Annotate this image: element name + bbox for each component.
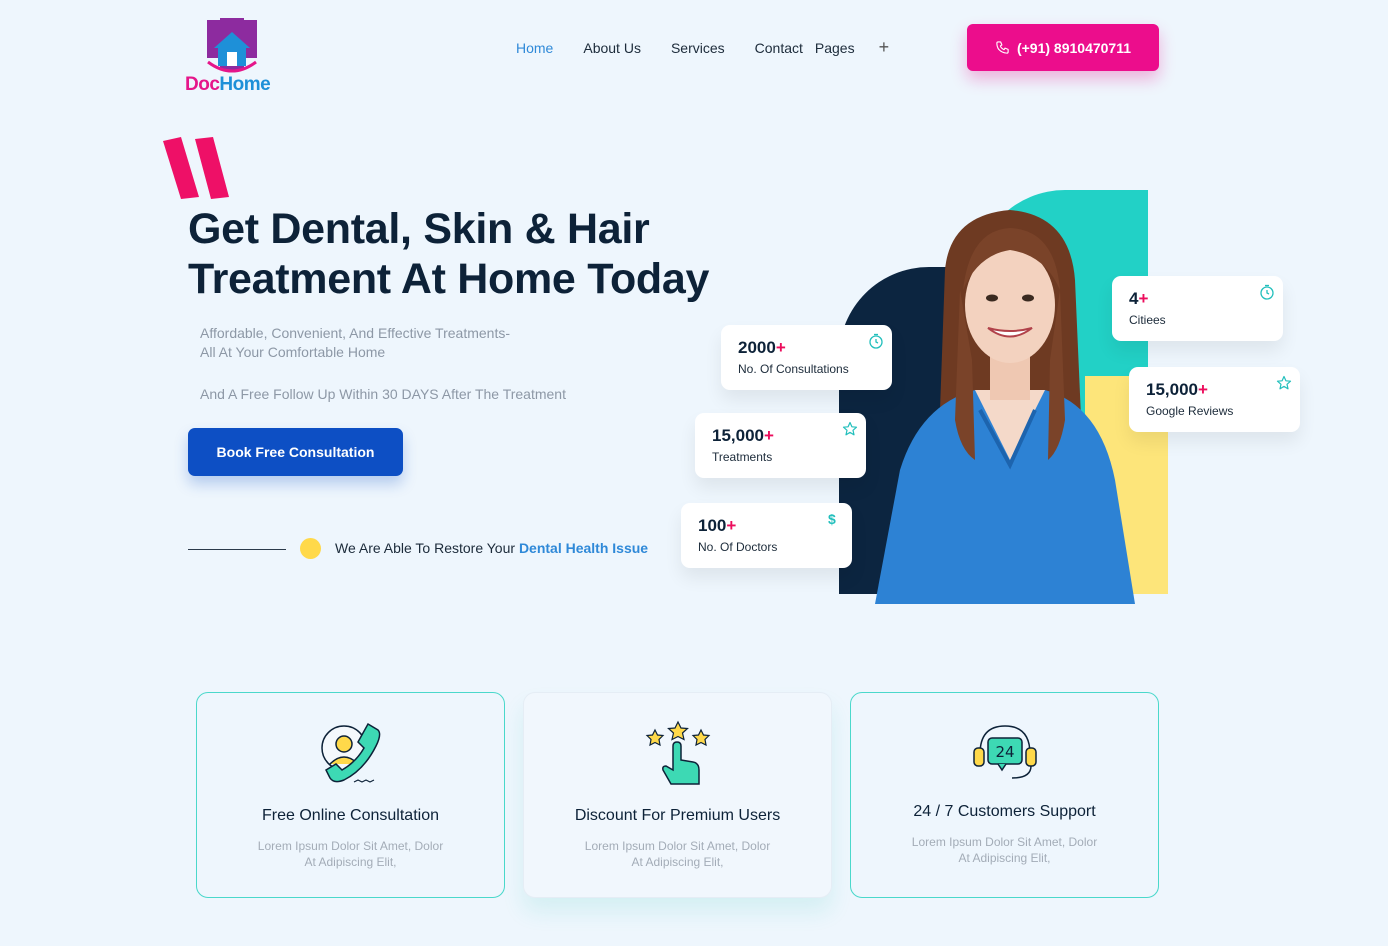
brand-logo[interactable]: DocHome xyxy=(180,18,290,98)
stat-label: Google Reviews xyxy=(1146,404,1234,418)
hero-title: Get Dental, Skin & Hair Treatment At Hom… xyxy=(188,204,788,304)
feature-title: 24 / 7 Customers Support xyxy=(913,803,1096,820)
stat-number: 15,000 xyxy=(712,426,764,445)
restore-tagline: We Are Able To Restore Your Dental Healt… xyxy=(335,540,648,556)
hero-title-line1: Get Dental, Skin & Hair xyxy=(188,205,650,253)
nav-pages[interactable]: Pages xyxy=(815,40,855,58)
star-icon xyxy=(842,421,858,436)
clock-icon xyxy=(1260,284,1274,300)
phone-consultation-icon xyxy=(320,722,380,783)
stat-plus: + xyxy=(726,516,737,535)
nav-about-us[interactable]: About Us xyxy=(583,40,641,58)
phone-number: (+91) 8910470711 xyxy=(1016,39,1132,56)
nav-home[interactable]: Home xyxy=(516,40,553,58)
feature-desc-line2: At Adipiscing Elit, xyxy=(958,851,1051,865)
dollar-icon: $ xyxy=(828,511,836,527)
feature-description: Lorem Ipsum Dolor Sit Amet, Dolor At Adi… xyxy=(574,838,781,870)
hero-subtitle-line1: Affordable, Convenient, And Effective Tr… xyxy=(200,325,510,341)
stat-card-doctors: 100+ No. Of Doctors $ xyxy=(681,503,852,568)
feature-title: Free Online Consultation xyxy=(262,807,439,824)
yellow-dot-icon xyxy=(300,538,321,559)
stat-number: 2000 xyxy=(738,338,776,357)
doctor-portrait-image xyxy=(875,210,1135,604)
logo-home-text: Home xyxy=(219,74,271,95)
feature-description: Lorem Ipsum Dolor Sit Amet, Dolor At Adi… xyxy=(901,834,1108,866)
divider-line xyxy=(188,549,286,550)
stat-label: Citiees xyxy=(1129,313,1166,327)
phone-icon xyxy=(996,41,1009,54)
phone-call-button[interactable]: (+91) 8910470711 xyxy=(967,24,1159,71)
stat-label: No. Of Consultations xyxy=(738,362,849,376)
nav-contact[interactable]: Contact xyxy=(755,40,803,58)
hero-title-line2: Treatment At Home Today xyxy=(188,255,710,303)
feature-desc-line1: Lorem Ipsum Dolor Sit Amet, Dolor xyxy=(911,835,1098,849)
feature-desc-line2: At Adipiscing Elit, xyxy=(304,855,397,869)
star-icon xyxy=(1276,375,1292,390)
stat-label: Treatments xyxy=(712,450,773,464)
stat-card-cities: 4+ Citiees xyxy=(1112,276,1283,341)
stat-number: 15,000 xyxy=(1146,380,1198,399)
stat-plus: + xyxy=(1198,380,1208,399)
book-consultation-button[interactable]: Book Free Consultation xyxy=(188,428,403,476)
stat-card-consultations: 2000+ No. Of Consultations xyxy=(721,325,892,390)
clock-icon xyxy=(869,333,883,349)
feature-desc-line2: At Adipiscing Elit, xyxy=(631,855,724,869)
house-cross-icon xyxy=(207,18,257,73)
feature-desc-line1: Lorem Ipsum Dolor Sit Amet, Dolor xyxy=(584,839,771,853)
hero-followup-text: And A Free Follow Up Within 30 DAYS Afte… xyxy=(200,386,566,402)
support-badge: 24 xyxy=(995,743,1014,761)
stat-number: 100 xyxy=(698,516,727,535)
headset-24-icon: 24 xyxy=(972,725,1037,779)
plus-icon[interactable]: + xyxy=(879,37,890,58)
hero-subtitle-line2: All At Your Comfortable Home xyxy=(200,344,386,360)
stat-card-treatments: 15,000+ Treatments xyxy=(695,413,866,478)
main-nav: Home About Us Services Contact Pages + xyxy=(516,37,919,58)
feature-card-consultation[interactable]: Free Online Consultation Lorem Ipsum Dol… xyxy=(196,692,505,898)
feature-card-discount[interactable]: Discount For Premium Users Lorem Ipsum D… xyxy=(523,692,832,898)
logo-doc-text: Doc xyxy=(185,74,220,95)
stat-plus: + xyxy=(775,338,786,357)
rating-stars-icon xyxy=(645,720,710,785)
restore-highlight[interactable]: Dental Health Issue xyxy=(519,540,648,556)
feature-description: Lorem Ipsum Dolor Sit Amet, Dolor At Adi… xyxy=(247,838,454,870)
nav-services[interactable]: Services xyxy=(671,40,725,58)
feature-card-support[interactable]: 24 24 / 7 Customers Support Lorem Ipsum … xyxy=(850,692,1159,898)
stat-label: No. Of Doctors xyxy=(698,540,778,554)
feature-desc-line1: Lorem Ipsum Dolor Sit Amet, Dolor xyxy=(257,839,444,853)
restore-text: We Are Able To Restore Your xyxy=(335,540,519,556)
hero-subtitle: Affordable, Convenient, And Effective Tr… xyxy=(200,324,560,362)
stat-plus: + xyxy=(764,426,774,445)
quote-mark-icon xyxy=(163,137,229,199)
stat-plus: + xyxy=(1138,289,1149,308)
stat-card-google-reviews: 15,000+ Google Reviews xyxy=(1129,367,1300,432)
feature-title: Discount For Premium Users xyxy=(574,807,781,824)
